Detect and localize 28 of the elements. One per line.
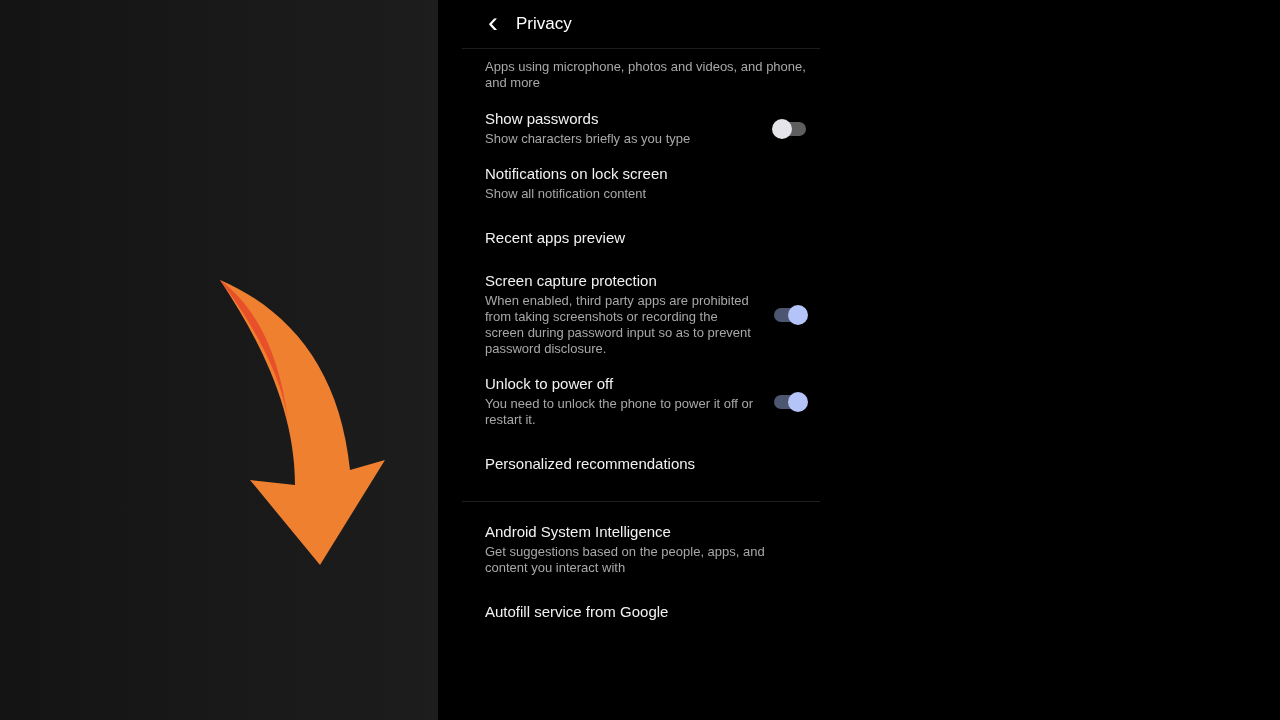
- settings-item[interactable]: Show passwords Show characters briefly as you type: [462, 101, 820, 156]
- setting-title: Notifications on lock screen: [485, 165, 669, 182]
- settings-item[interactable]: Android System Intelligence Get suggestions based on the people, apps, and content you interact with: [462, 514, 820, 585]
- setting-description: Show characters briefly as you type: [485, 131, 692, 147]
- settings-item[interactable]: Recent apps preview: [462, 211, 820, 263]
- setting-title: Android System Intelligence: [485, 523, 672, 540]
- settings-item[interactable]: Personalized recommendations: [462, 437, 820, 489]
- settings-item[interactable]: Apps using microphone, photos and videos, and phone, and more: [462, 49, 820, 101]
- setting-title: Personalized recommendations: [485, 454, 697, 472]
- settings-item[interactable]: Screen capture protection When enabled, third party apps are prohibited from taking screenshots or recording the screen during password input so as to prevent password disclosure.: [462, 263, 820, 366]
- setting-title: Screen capture protection: [485, 272, 658, 289]
- setting-description: Apps using microphone, photos and videos, and phone, and more: [485, 59, 806, 91]
- setting-description: Get suggestions based on the people, apps, and content you interact with: [485, 544, 766, 576]
- setting-title: Unlock to power off: [485, 375, 615, 392]
- toggle-switch[interactable]: [774, 307, 806, 322]
- setting-description: When enabled, third party apps are prohibited from taking screenshots or recording the screen during password input so as to prevent password disclosure.: [485, 293, 752, 357]
- setting-title: Show passwords: [485, 110, 600, 127]
- setting-title: Recent apps preview: [485, 228, 627, 246]
- settings-item[interactable]: Autofill service from Google: [462, 585, 820, 637]
- settings-item[interactable]: Unlock to power off You need to unlock the phone to power it off or restart it.: [462, 366, 820, 437]
- setting-description: You need to unlock the phone to power it off or restart it.: [485, 396, 755, 428]
- toggle-switch[interactable]: [774, 394, 806, 409]
- settings-item[interactable]: Notifications on lock screen Show all notification content: [462, 156, 820, 211]
- toggle-switch[interactable]: [774, 121, 806, 136]
- setting-title: Autofill service from Google: [485, 602, 670, 620]
- back-button[interactable]: ‹: [484, 7, 502, 37]
- screen-title: Privacy: [516, 14, 572, 34]
- setting-description: Show all notification content: [485, 186, 648, 202]
